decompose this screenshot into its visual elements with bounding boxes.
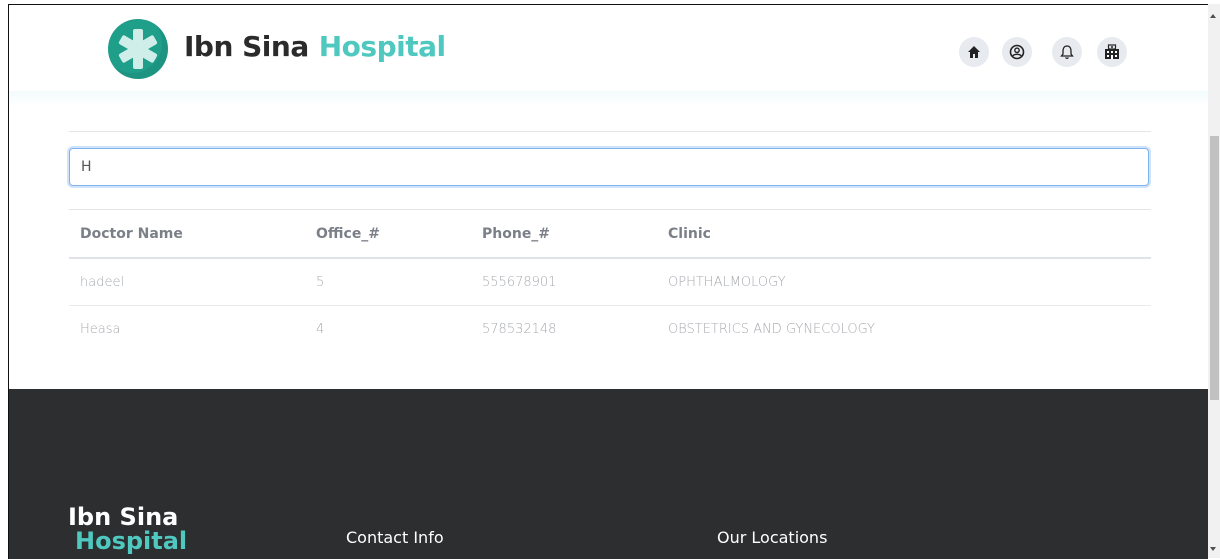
brand-title[interactable]: Ibn Sina Hospital: [184, 30, 446, 63]
footer: Ibn Sina Hospital Contact Info Our Locat…: [9, 389, 1208, 559]
office-cell: 5: [305, 258, 471, 306]
clinic-cell: OPHTHALMOLOGY: [657, 258, 1151, 306]
divider: [69, 131, 1151, 132]
footer-contact-title: Contact Info: [346, 528, 444, 547]
table-header-row: Doctor Name Office_# Phone_# Clinic: [69, 209, 1151, 259]
bell-icon[interactable]: [1052, 37, 1082, 67]
user-icon[interactable]: [1002, 37, 1032, 67]
phone-cell: 578532148: [482, 321, 557, 337]
column-header-clinic[interactable]: Clinic: [657, 210, 1151, 259]
search-input[interactable]: [69, 148, 1149, 186]
footer-logo-line1: Ibn Sina: [68, 503, 179, 531]
hospital-logo-icon[interactable]: [108, 19, 168, 79]
scroll-up-arrow-icon[interactable]: [1210, 14, 1216, 18]
scroll-down-arrow-icon[interactable]: [1210, 547, 1216, 551]
doctor-name-cell: Heasa: [80, 321, 121, 337]
footer-logo-line2: Hospital: [75, 527, 188, 555]
phone-cell: 555678901: [471, 258, 657, 306]
header-shadow: [9, 91, 1208, 107]
header: Ibn Sina Hospital: [9, 5, 1208, 97]
column-header-office[interactable]: Office_#: [305, 210, 471, 259]
page-frame: Ibn SinaHospital Doctor Name Office_# Ph…: [8, 4, 1208, 559]
doctors-table: Doctor Name Office_# Phone_# Clinic hade…: [69, 209, 1151, 352]
doctor-name-cell: hadeel: [69, 258, 305, 306]
scrollbar-thumb[interactable]: [1210, 136, 1219, 400]
office-cell: 4: [316, 321, 325, 337]
brand-accent: Hospital: [318, 30, 446, 63]
footer-locations-title: Our Locations: [717, 528, 828, 547]
hospital-icon[interactable]: [1097, 37, 1127, 67]
footer-logo[interactable]: Ibn Sina Hospital: [68, 505, 187, 553]
brand-name: Ibn Sina: [184, 30, 309, 63]
home-icon[interactable]: [959, 37, 989, 67]
column-header-phone[interactable]: Phone_#: [471, 210, 657, 259]
table-row[interactable]: Heasa 4 578532148 OBSTETRICS AND GYNECOL…: [69, 306, 1151, 353]
column-header-doctor-name[interactable]: Doctor Name: [69, 210, 305, 259]
table-row[interactable]: hadeel 5 555678901 OPHTHALMOLOGY: [69, 258, 1151, 306]
clinic-cell: OBSTETRICS AND GYNECOLOGY: [668, 321, 875, 337]
